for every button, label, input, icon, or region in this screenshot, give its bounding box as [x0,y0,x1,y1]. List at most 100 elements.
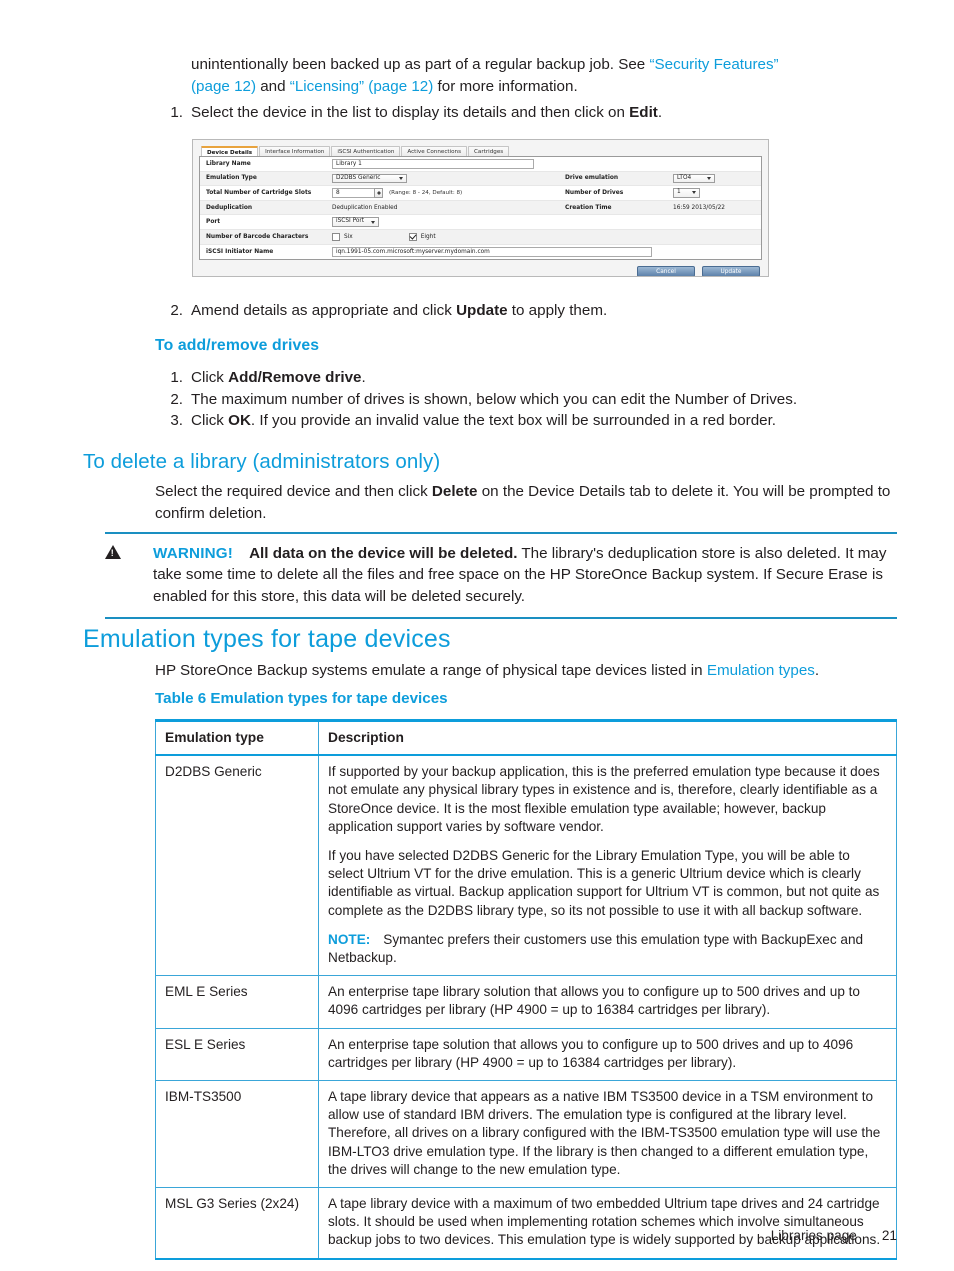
heading-delete-library: To delete a library (administrators only… [83,450,441,473]
field-row-barcode-characters: Number of Barcode Characters Six Eight [200,229,761,245]
field-row-port: Port iSCSI Port [200,215,761,230]
cell-emulation-type: IBM-TS3500 [155,1080,319,1189]
step-text-post: to apply them. [507,302,608,319]
number-of-drives-label: Number of Drives [565,189,624,196]
cancel-button[interactable]: Cancel [637,266,695,276]
list-item: 2. Amend details as appropriate and clic… [155,300,895,322]
device-details-panel: Library Name Library 1 Emulation Type D2… [199,156,762,261]
step-text-post: . [657,104,663,121]
barcode-six-option[interactable]: Six [332,232,353,241]
barcode-six-label: Six [344,233,353,240]
step-text-pre: Click [191,412,229,429]
step-text-pre: Select the device in the list to display… [191,104,630,121]
field-row-emulation-type: Emulation Type D2DBS Generic Drive emula… [200,171,761,187]
heading-add-remove-drives: To add/remove drives [155,337,320,354]
cell-emulation-type: D2DBS Generic [155,755,319,977]
initiator-name-input[interactable]: iqn.1991-05.com.microsoft:myserver.mydom… [332,247,652,257]
table-row: D2DBS Generic If supported by your backu… [155,755,897,977]
checkbox-six-icon[interactable] [332,232,340,241]
delete-paragraph-pre: Select the required device and then clic… [155,483,432,500]
cell-emulation-type: ESL E Series [155,1028,319,1082]
library-device-details-screenshot: Device Details Interface Information iSC… [192,139,769,277]
tab-device-details[interactable]: Device Details [201,146,259,156]
warning-bold-lead: All data on the device will be deleted. [249,544,518,562]
field-row-cartridge-slots: Total Number of Cartridge Slots 8 (Range… [200,186,761,201]
list-item: 3. Click OK. If you provide an invalid v… [155,410,895,432]
cartridge-slots-hint: (Range: 8 - 24, Default: 8) [389,189,463,196]
screenshot-tab-bar: Device Details Interface Information iSC… [199,145,762,156]
intro-text-a: unintentionally been backed up as part o… [191,56,650,73]
field-row-initiator-name: iSCSI Initiator Name iqn.1991-05.com.mic… [200,244,761,260]
footer-page-number: 21 [881,1228,897,1243]
emulation-paragraph-pre: HP StoreOnce Backup systems emulate a ra… [155,662,707,679]
link-emulation-types[interactable]: Emulation types [707,662,815,679]
table-row: IBM-TS3500 A tape library device that ap… [155,1080,897,1189]
tab-iscsi-authentication[interactable]: iSCSI Authentication [331,146,401,156]
list-item-text: Amend details as appropriate and click U… [191,300,895,322]
table-header-row: Emulation type Description [155,720,897,756]
chevron-down-icon [692,191,696,195]
link-licensing[interactable]: “Licensing” (page 12) [290,78,434,95]
list-item: 1. Select the device in the list to disp… [155,102,895,124]
steps-edit-list: 1. Select the device in the list to disp… [155,102,895,124]
emulation-type-label: Emulation Type [206,175,257,182]
step-text-bold: Add/Remove drive [228,369,362,386]
emulation-type-select[interactable]: D2DBS Generic [332,173,407,184]
stepper-arrows-icon[interactable] [374,188,383,198]
chevron-down-icon [399,176,403,180]
intro-text-b: for more information. [433,77,578,95]
deduplication-label: Deduplication [206,204,253,211]
library-name-label: Library Name [206,160,251,167]
document-page: unintentionally been backed up as part o… [0,0,954,1271]
list-item-text: Click Add/Remove drive. [191,367,895,389]
list-item-number: 2. [170,302,183,319]
port-select[interactable]: iSCSI Port [332,217,379,227]
creation-time-label: Creation Time [565,204,612,211]
tab-interface-information[interactable]: Interface Information [259,146,331,156]
cartridge-slots-label: Total Number of Cartridge Slots [206,189,312,196]
steps-after-screenshot-list: 2. Amend details as appropriate and clic… [155,300,895,322]
list-item-text: The maximum number of drives is shown, b… [191,389,895,411]
cell-description: A tape library device that appears as a … [318,1080,897,1189]
footer-section-label: Libraries page [770,1228,857,1243]
initiator-name-label: iSCSI Initiator Name [206,248,274,255]
description-note: NOTE: Symantec prefers their customers us… [328,931,887,967]
cell-emulation-type: MSL G3 Series (2x24) [155,1187,319,1260]
emulation-type-value: D2DBS Generic [336,174,381,181]
barcode-eight-option[interactable]: Eight [408,232,436,241]
list-item: 2. The maximum number of drives is shown… [155,389,895,411]
checkbox-eight-icon[interactable] [408,232,417,241]
deduplication-value: Deduplication Enabled [332,204,398,211]
delete-paragraph-bold: Delete [431,483,478,500]
list-item-number: 1. [170,369,183,386]
page-footer: Libraries page 21 [771,1228,897,1243]
screenshot-button-row: Cancel Update [199,260,762,276]
port-value: iSCSI Port [336,218,365,225]
step-text-pre: Click [191,369,229,386]
update-button[interactable]: Update [702,266,760,276]
step-text-pre: The maximum number of drives is shown, b… [191,390,798,408]
cartridge-slots-input[interactable]: 8 [332,188,374,198]
warning-admonition: WARNING! All data on the device will be d… [105,532,897,619]
step-text-pre: Amend details as appropriate and click [191,302,457,319]
cartridge-slots-stepper[interactable]: 8 [332,188,383,198]
number-of-drives-select[interactable]: 1 [673,188,700,198]
cell-description: An enterprise tape solution that allows … [318,1028,897,1082]
list-item-text: Click OK. If you provide an invalid valu… [191,410,895,432]
warning-label: WARNING! [153,544,234,562]
description-paragraph: A tape library device that appears as a … [328,1089,881,1177]
description-paragraph: If supported by your backup application,… [328,764,880,834]
warning-triangle-icon [105,543,153,608]
warning-text: WARNING! All data on the device will be d… [153,543,897,608]
note-label: NOTE: [328,931,371,947]
step-text-post: . If you provide an invalid value the te… [250,412,777,429]
list-item: 1. Click Add/Remove drive. [155,367,895,389]
tab-cartridges[interactable]: Cartridges [468,146,510,156]
drive-emulation-select[interactable]: LTO4 [673,173,715,184]
number-of-drives-value: 1 [677,189,681,196]
drive-emulation-label: Drive emulation [565,175,619,182]
field-row-deduplication: Deduplication Deduplication Enabled Crea… [200,200,761,216]
library-name-input[interactable]: Library 1 [332,159,534,169]
cell-emulation-type: EML E Series [155,975,319,1029]
tab-active-connections[interactable]: Active Connections [401,146,468,156]
